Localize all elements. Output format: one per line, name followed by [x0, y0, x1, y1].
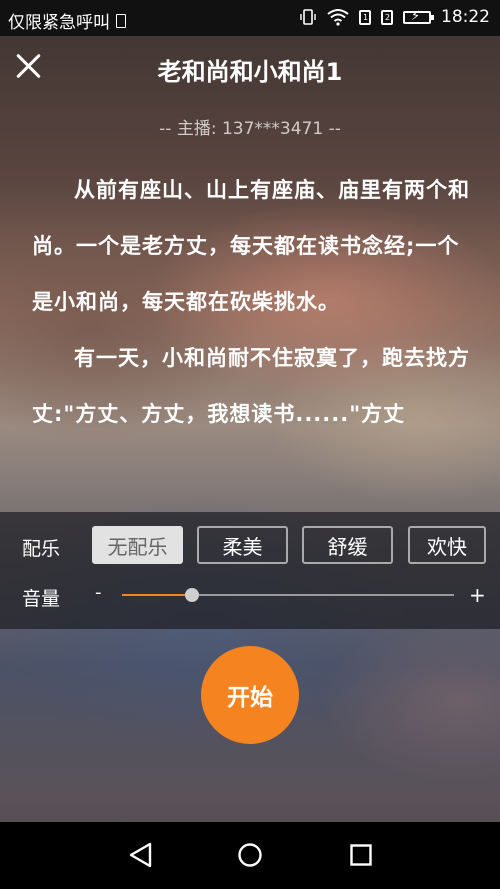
controls-panel: 配乐 无配乐 柔美 舒缓 欢快 音量 - + — [0, 512, 500, 629]
start-button[interactable]: 开始 — [201, 646, 299, 744]
volume-slider-fill — [122, 594, 192, 596]
music-label: 配乐 — [22, 538, 61, 560]
page-title: 老和尚和小和尚1 — [157, 58, 343, 86]
sim2-number: 2 — [385, 12, 391, 22]
carrier-text: 仅限紧急呼叫 — [8, 13, 110, 33]
music-option-soothing[interactable]: 舒缓 — [302, 526, 393, 564]
volume-plus-button[interactable]: + — [469, 583, 486, 607]
music-option-none[interactable]: 无配乐 — [92, 526, 183, 564]
host-label: -- 主播: 137***3471 -- — [159, 119, 341, 139]
sim-status-icon — [116, 13, 126, 28]
music-option-gentle[interactable]: 柔美 — [197, 526, 288, 564]
status-bar: 仅限紧急呼叫 1 2 ⚡ 18:22 — [0, 0, 500, 36]
clock: 18:22 — [441, 7, 490, 27]
story-text: 从前有座山、山上有座庙、庙里有两个和尚。一个是老方丈，每天都在读书念经;一个是小… — [32, 162, 470, 442]
home-icon[interactable] — [237, 842, 263, 868]
wifi-icon — [327, 9, 349, 26]
vibrate-icon — [300, 9, 316, 25]
music-option-cheerful[interactable]: 欢快 — [408, 526, 486, 564]
sim1-number: 1 — [363, 12, 369, 22]
sim1-icon: 1 — [359, 9, 371, 25]
volume-minus-button[interactable]: - — [95, 582, 102, 603]
story-paragraph: 有一天，小和尚耐不住寂寞了，跑去找方丈:"方丈、方丈，我想读书......"方丈 — [32, 346, 470, 426]
back-icon[interactable] — [128, 842, 154, 868]
navigation-bar — [0, 822, 500, 889]
battery-icon: ⚡ — [403, 9, 434, 24]
volume-slider-thumb[interactable] — [184, 588, 199, 602]
volume-label: 音量 — [22, 588, 61, 610]
header: 老和尚和小和尚1 — [0, 36, 500, 98]
sim2-icon: 2 — [381, 9, 393, 25]
story-paragraph: 从前有座山、山上有座庙、庙里有两个和尚。一个是老方丈，每天都在读书念经;一个是小… — [32, 178, 470, 314]
recent-apps-icon[interactable] — [350, 844, 372, 866]
volume-slider[interactable] — [122, 588, 454, 602]
